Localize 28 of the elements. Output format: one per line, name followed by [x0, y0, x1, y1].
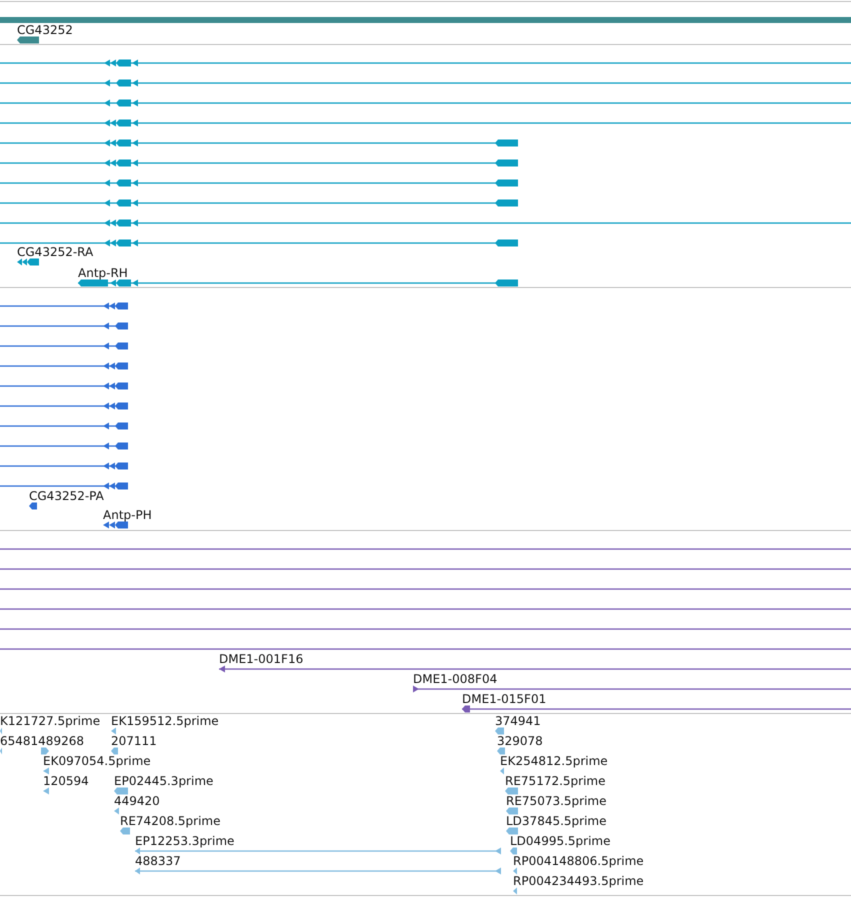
feature-label: 329078 [497, 734, 543, 748]
feature-label: EK159512.5prime [111, 714, 219, 728]
feature-label: EK097054.5prime [43, 754, 151, 768]
feature-label: RP004234493.5prime [513, 874, 644, 888]
feature-label: EP02445.3prime [114, 774, 214, 788]
feature-label: DME1-015F01 [462, 692, 546, 706]
feature-label: 207111 [111, 734, 157, 748]
feature-label: EP12253.3prime [135, 834, 234, 848]
feature-label: LD37845.5prime [506, 814, 607, 828]
feature-label: Antp-PH [103, 508, 152, 522]
feature-label: LD04995.5prime [510, 834, 611, 848]
feature-label: CG43252-RA [17, 245, 94, 259]
feature-label: 449420 [114, 794, 160, 808]
feature-label: 488337 [135, 854, 181, 868]
feature-label: 374941 [495, 714, 541, 728]
feature-label: RE74208.5prime [120, 814, 220, 828]
feature-label: CG43252-PA [29, 489, 104, 503]
feature-label: 65481489268 [0, 734, 84, 748]
feature-label: Antp-RH [78, 266, 128, 280]
feature-label: DME1-001F16 [219, 652, 304, 666]
feature-label: DME1-008F04 [413, 672, 498, 686]
feature-label: CG43252 [17, 22, 73, 36]
feature-label: K121727.5prime [0, 714, 100, 728]
feature-label: RE75073.5prime [506, 794, 606, 808]
feature-label: EK254812.5prime [500, 754, 608, 768]
feature-label: 120594 [43, 774, 89, 788]
feature-label: RE75172.5prime [505, 774, 606, 788]
feature-label: RP004148806.5prime [513, 854, 644, 868]
